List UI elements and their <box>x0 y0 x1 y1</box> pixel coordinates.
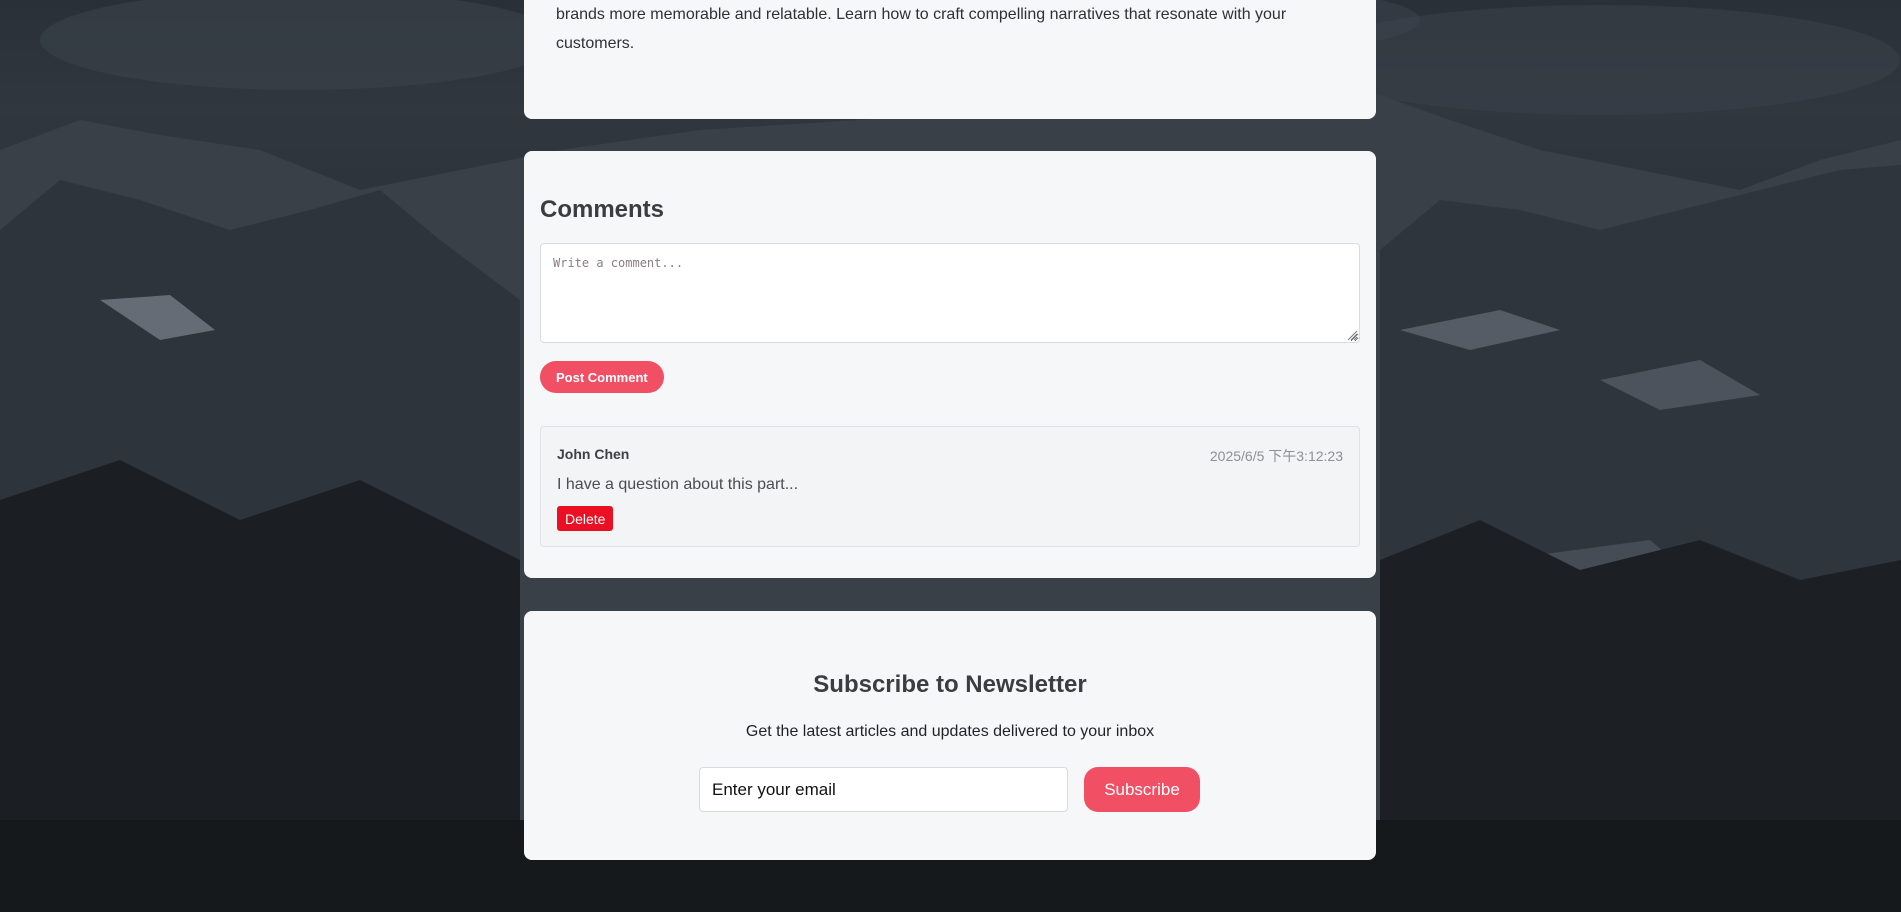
article-body-text: brands more memorable and relatable. Lea… <box>556 6 1287 52</box>
email-input[interactable] <box>699 767 1068 812</box>
comments-section: Comments Post Comment John Chen 2025/6/5… <box>524 151 1376 578</box>
subscribe-button[interactable]: Subscribe <box>1084 767 1200 812</box>
newsletter-title: Subscribe to Newsletter <box>813 671 1087 698</box>
comment-timestamp: 2025/6/5 下午3:12:23 <box>1209 448 1343 464</box>
newsletter-section: Subscribe to Newsletter Get the latest a… <box>524 611 1376 860</box>
post-comment-button[interactable]: Post Comment <box>540 361 664 393</box>
comment-input[interactable] <box>540 243 1360 343</box>
delete-comment-button[interactable]: Delete <box>557 506 614 531</box>
comment-text: I have a question about this part... <box>557 476 799 493</box>
article-card: brands more memorable and relatable. Lea… <box>524 0 1376 119</box>
comment-item: John Chen 2025/6/5 下午3:12:23 I have a qu… <box>540 426 1360 547</box>
comments-title: Comments <box>540 196 665 223</box>
comment-author: John Chen <box>557 446 630 462</box>
newsletter-subtitle: Get the latest articles and updates deli… <box>745 723 1155 740</box>
